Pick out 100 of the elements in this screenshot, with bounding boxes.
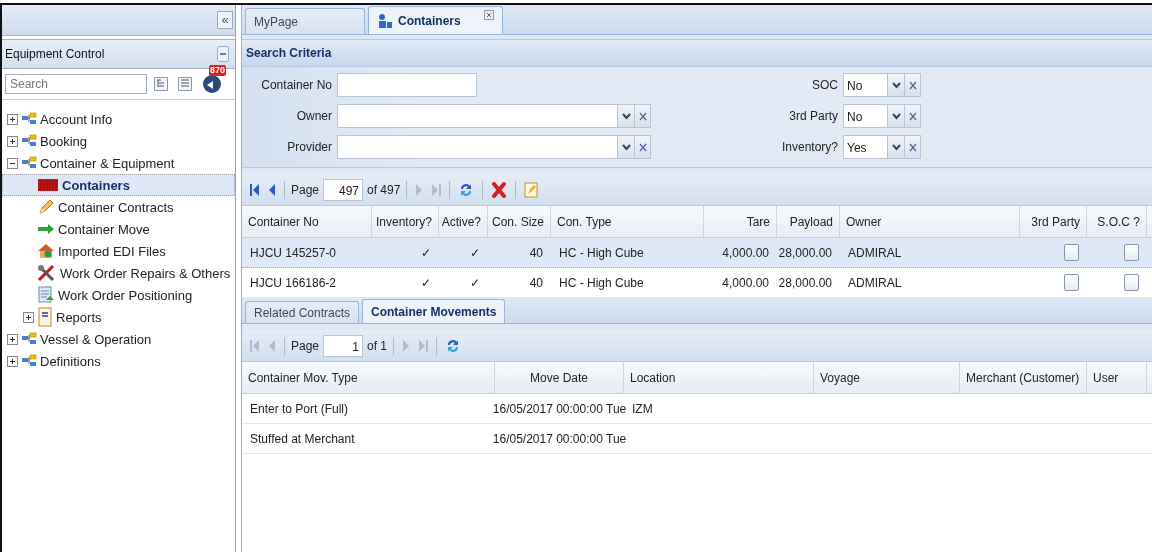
checkbox[interactable] bbox=[1064, 244, 1079, 261]
search-field[interactable]: Search bbox=[5, 74, 147, 94]
tree-nodes-icon bbox=[21, 354, 37, 368]
select-field[interactable]: No bbox=[843, 104, 888, 128]
tree-nodes-icon bbox=[21, 134, 37, 148]
table-cell-text: HC - High Cube bbox=[558, 274, 645, 292]
list-view-button[interactable] bbox=[175, 76, 195, 92]
chevron-down-icon bbox=[891, 112, 901, 120]
collapse-panel-button[interactable]: « bbox=[217, 11, 233, 29]
dropdown-button[interactable] bbox=[887, 73, 905, 97]
dropdown-button[interactable] bbox=[887, 135, 905, 159]
table-cell-text: 28,000.00 bbox=[777, 244, 833, 262]
column-header[interactable]: Inventory? bbox=[372, 206, 439, 237]
combo-field[interactable] bbox=[337, 135, 617, 159]
tree-item[interactable]: Container & Equipment bbox=[2, 152, 235, 174]
tree-nodes-icon bbox=[21, 156, 37, 170]
clear-button[interactable] bbox=[904, 104, 922, 128]
table-row[interactable]: Enter to Port (Full) 16/05/2017 00:00:00 Tue IZM bbox=[242, 394, 1152, 424]
tree-item[interactable]: Work Order Repairs & Others bbox=[2, 262, 235, 284]
page-count: of 1 bbox=[367, 338, 388, 353]
edit-icon bbox=[524, 181, 539, 198]
table-cell-text: ✓ bbox=[469, 274, 481, 292]
combo-field[interactable] bbox=[337, 104, 617, 128]
column-header[interactable]: Active? bbox=[439, 206, 488, 237]
clear-button[interactable] bbox=[904, 73, 922, 97]
first-page-icon bbox=[250, 338, 260, 353]
column-header[interactable]: Con. Type bbox=[551, 206, 704, 237]
table-cell-text: 4,000.00 bbox=[721, 244, 770, 262]
tree-item[interactable]: Container Move bbox=[2, 218, 235, 240]
column-header[interactable]: Payload bbox=[777, 206, 840, 237]
field-label: 3rd Party bbox=[788, 109, 839, 123]
tree-item[interactable]: Containers bbox=[2, 174, 235, 196]
tab[interactable]: MyPage bbox=[245, 8, 365, 34]
field-label: SOC bbox=[811, 78, 839, 92]
table-cell-text: IZM bbox=[631, 400, 654, 418]
tree-view-button[interactable] bbox=[151, 76, 171, 92]
tree-item[interactable]: Imported EDI Files bbox=[2, 240, 235, 262]
next-page-icon bbox=[402, 338, 411, 353]
house-icon bbox=[37, 243, 55, 259]
field-label: Provider bbox=[286, 140, 332, 154]
column-header[interactable]: Merchant (Customer) bbox=[960, 362, 1087, 393]
table-cell-text: 28,000.00 bbox=[777, 274, 833, 292]
tree-item[interactable]: Booking bbox=[2, 130, 235, 152]
tree-item[interactable]: Container Contracts bbox=[2, 196, 235, 218]
page-field[interactable]: 1 bbox=[323, 334, 364, 357]
clear-button[interactable] bbox=[634, 104, 651, 128]
column-header[interactable]: User bbox=[1087, 362, 1147, 393]
tab[interactable]: Containers bbox=[368, 6, 503, 34]
clear-icon bbox=[908, 80, 917, 90]
first-page-icon bbox=[250, 182, 260, 197]
table-cell-text: 16/05/2017 00:00:00 Tue bbox=[495, 400, 624, 418]
clear-icon bbox=[908, 111, 917, 121]
tab[interactable]: Related Contracts bbox=[245, 301, 360, 323]
column-header[interactable]: Container No bbox=[242, 206, 372, 237]
table-cell-text: 4,000.00 bbox=[721, 274, 770, 292]
table-cell-text: 40 bbox=[528, 244, 544, 262]
checkbox[interactable] bbox=[1124, 244, 1139, 261]
clear-button[interactable] bbox=[904, 135, 922, 159]
checkbox[interactable] bbox=[1064, 274, 1079, 291]
text-field[interactable] bbox=[337, 73, 477, 97]
table-row[interactable]: HJCU 145257-0 ✓ ✓ 40 HC - High Cube 4,000.00 28,000.00 ADMIRAL bbox=[242, 238, 1152, 268]
column-header[interactable]: Voyage bbox=[814, 362, 960, 393]
column-header[interactable]: Container Mov. Type bbox=[242, 362, 495, 393]
column-header[interactable]: Tare bbox=[704, 206, 777, 237]
table-cell-text: HJCU 166186-2 bbox=[249, 274, 338, 292]
clear-button[interactable] bbox=[634, 135, 651, 159]
select-field[interactable]: No bbox=[843, 73, 888, 97]
table-row[interactable]: Stuffed at Merchant 16/05/2017 00:00:00 Tue bbox=[242, 424, 1152, 454]
column-header[interactable]: Location bbox=[624, 362, 814, 393]
field-label: Inventory? bbox=[782, 140, 839, 154]
tab[interactable]: Container Movements bbox=[362, 299, 506, 323]
dropdown-button[interactable] bbox=[887, 104, 905, 128]
column-header[interactable]: Move Date bbox=[495, 362, 624, 393]
tree-item[interactable]: Definitions bbox=[2, 350, 235, 372]
panel-title: Equipment Control bbox=[5, 47, 105, 61]
minimize-button[interactable] bbox=[214, 45, 232, 63]
tree-item[interactable]: Account Info bbox=[2, 108, 235, 130]
close-icon[interactable] bbox=[483, 10, 494, 20]
dropdown-button[interactable] bbox=[617, 104, 634, 128]
tree-item[interactable]: Vessel & Operation bbox=[2, 328, 235, 350]
column-header[interactable]: Owner bbox=[840, 206, 1020, 237]
last-page-icon bbox=[431, 182, 442, 197]
clear-icon bbox=[638, 142, 647, 152]
minimize-icon bbox=[217, 46, 229, 62]
dropdown-button[interactable] bbox=[617, 135, 634, 159]
tree-item[interactable]: Work Order Positioning bbox=[2, 284, 235, 306]
page-count: of 497 bbox=[367, 182, 401, 197]
list-view-icon bbox=[178, 77, 192, 91]
column-header[interactable]: Con. Size bbox=[488, 206, 551, 237]
select-field[interactable]: Yes bbox=[843, 135, 888, 159]
checkbox[interactable] bbox=[1124, 274, 1139, 291]
chevron-down-icon bbox=[621, 143, 631, 151]
page-field[interactable]: 497 bbox=[323, 178, 364, 201]
column-header[interactable]: S.O.C ? bbox=[1087, 206, 1147, 237]
report-icon bbox=[37, 307, 53, 327]
tree-view-icon bbox=[154, 77, 168, 91]
table-cell-text: ✓ bbox=[420, 244, 432, 262]
tree-item[interactable]: Reports bbox=[2, 306, 235, 328]
page-label: Page bbox=[291, 182, 320, 197]
column-header[interactable]: 3rd Party bbox=[1020, 206, 1087, 237]
